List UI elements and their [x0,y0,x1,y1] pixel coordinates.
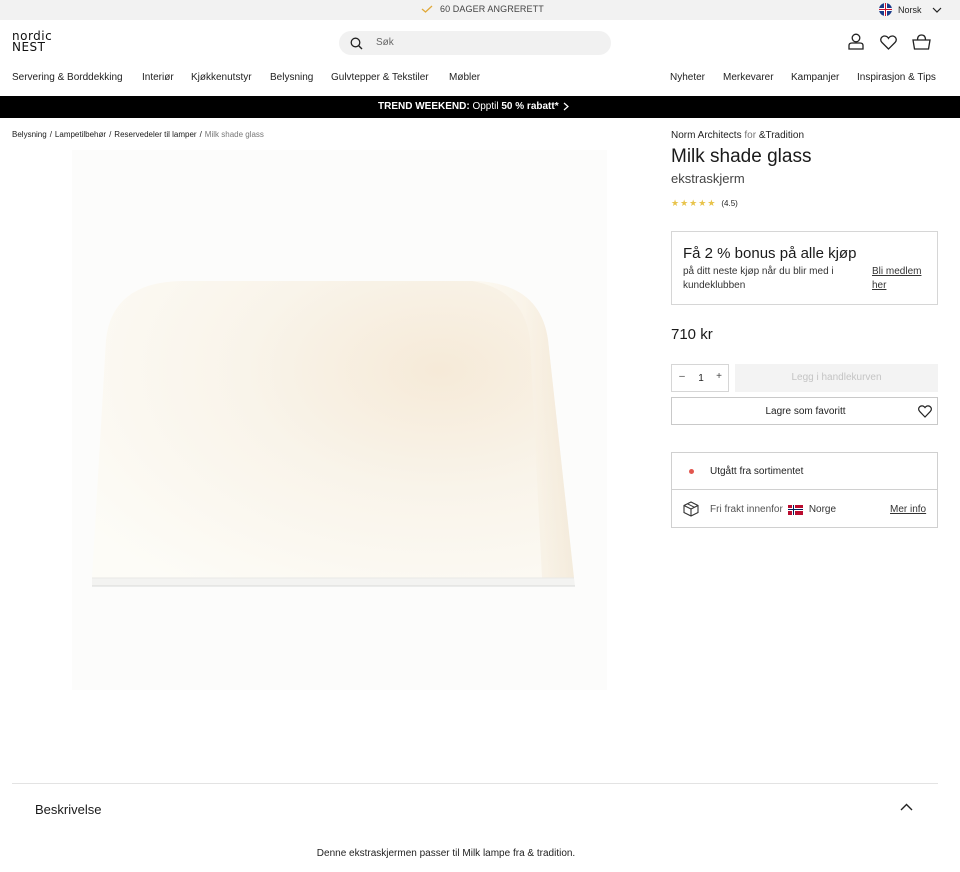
bonus-heading: Få 2 % bonus på alle kjøp [683,245,857,262]
cart-icon[interactable] [912,34,931,50]
join-club-link[interactable]: Bli medlem her [872,265,932,293]
nav-item-kampanjer[interactable]: Kampanjer [791,72,839,83]
breadcrumb-current: Milk shade glass [204,130,264,139]
breadcrumb-item[interactable]: Lampetilbehør [55,130,106,139]
language-label: Norsk [898,4,922,15]
campaign-middle: Opptil [469,101,502,112]
lamp-shade-image [92,281,575,587]
shipping-text: Fri frakt innenfor [710,504,783,515]
campaign-text: TREND WEEKEND: Opptil 50 % rabatt* [378,101,559,112]
chevron-up-icon[interactable] [900,803,913,811]
chevron-down-icon [932,7,941,13]
campaign-title: TREND WEEKEND: [378,101,470,112]
breadcrumb-item[interactable]: Reservedeler til lamper [114,130,196,139]
quantity-value[interactable]: 1 [694,373,708,384]
save-favorite-label: Lagre som favoritt [765,406,846,417]
breadcrumb-item[interactable]: Belysning [12,130,47,139]
designer-name[interactable]: Norm Architects [671,130,742,141]
search-icon[interactable] [350,37,363,50]
product-rating[interactable]: ★ ★ ★ ★ ★ (4.5) [671,198,738,209]
star-icon: ★ [671,198,680,208]
brand-name[interactable]: &Tradition [759,130,804,141]
product-brand-line: Norm Architects for &Tradition [671,130,804,141]
search-bar[interactable]: Søk [339,31,611,55]
nav-item-interior[interactable]: Interiør [142,72,174,83]
account-icon[interactable] [848,33,864,50]
availability-status: Utgått fra sortimentet [710,466,804,477]
heart-plus-icon [918,405,932,418]
shipping-info: Fri frakt innenfor Norge [710,504,836,515]
star-icon: ★ [707,198,716,208]
return-promise-text: 60 DAGER ANGRERETT [440,4,544,14]
nav-item-kjokkenutstyr[interactable]: Kjøkkenutstyr [191,72,252,83]
uk-flag-icon [879,3,892,16]
search-input[interactable]: Søk [376,37,394,48]
availability-box: Utgått fra sortimentet Fri frakt innenfo… [671,452,938,528]
nav-item-merkevarer[interactable]: Merkevarer [723,72,774,83]
logo[interactable]: nordic NEST [12,30,52,54]
chevron-right-icon [563,102,569,111]
bonus-box: Få 2 % bonus på alle kjøp på ditt neste … [671,231,938,305]
section-divider [12,783,938,784]
nav-item-nyheter[interactable]: Nyheter [670,72,705,83]
language-selector[interactable]: Norsk [879,3,942,16]
decrease-quantity-button[interactable]: – [677,371,687,382]
product-price: 710 kr [671,326,713,343]
brand-for: for [744,130,757,141]
quantity-stepper: – 1 + [671,364,729,392]
more-info-link[interactable]: Mer info [890,504,926,515]
norway-flag-icon [787,504,803,515]
star-icon: ★ [698,198,707,208]
nav-item-gulvtepper[interactable]: Gulvtepper & Tekstiler [331,72,429,83]
check-icon [421,5,433,13]
availability-row: Utgått fra sortimentet [672,453,937,490]
nav-item-servering[interactable]: Servering & Borddekking [12,72,123,83]
status-dot-icon [689,469,694,474]
nav-item-belysning[interactable]: Belysning [270,72,313,83]
bonus-text: på ditt neste kjøp når du blir med i kun… [683,266,834,291]
save-favorite-button[interactable]: Lagre som favoritt [671,397,938,425]
product-title: Milk shade glass [671,146,812,167]
package-icon [683,501,699,517]
nav-item-mobler[interactable]: Møbler [449,72,480,83]
rating-value: (4.5) [721,199,738,208]
description-text: Denne ekstraskjermen passer til Milk lam… [316,848,576,859]
star-icon: ★ [689,198,698,208]
increase-quantity-button[interactable]: + [714,371,724,382]
logo-line2: NEST [12,40,46,54]
top-strip: 60 DAGER ANGRERETT Norsk [0,0,960,20]
description-heading[interactable]: Beskrivelse [35,802,101,817]
product-subtitle: ekstraskjerm [671,171,745,186]
return-promise: 60 DAGER ANGRERETT [421,4,544,14]
breadcrumb: Belysning / Lampetilbehør / Reservedeler til… [12,130,264,139]
star-icon: ★ [680,198,689,208]
nav-item-inspirasjon[interactable]: Inspirasjon & Tips [857,72,936,83]
shipping-country: Norge [808,504,837,515]
campaign-banner[interactable]: TREND WEEKEND: Opptil 50 % rabatt* [0,96,960,118]
campaign-discount: 50 % rabatt* [501,101,559,112]
wishlist-icon[interactable] [880,35,897,50]
product-image[interactable] [72,150,607,690]
add-to-cart-button[interactable]: Legg i handlekurven [735,364,938,392]
